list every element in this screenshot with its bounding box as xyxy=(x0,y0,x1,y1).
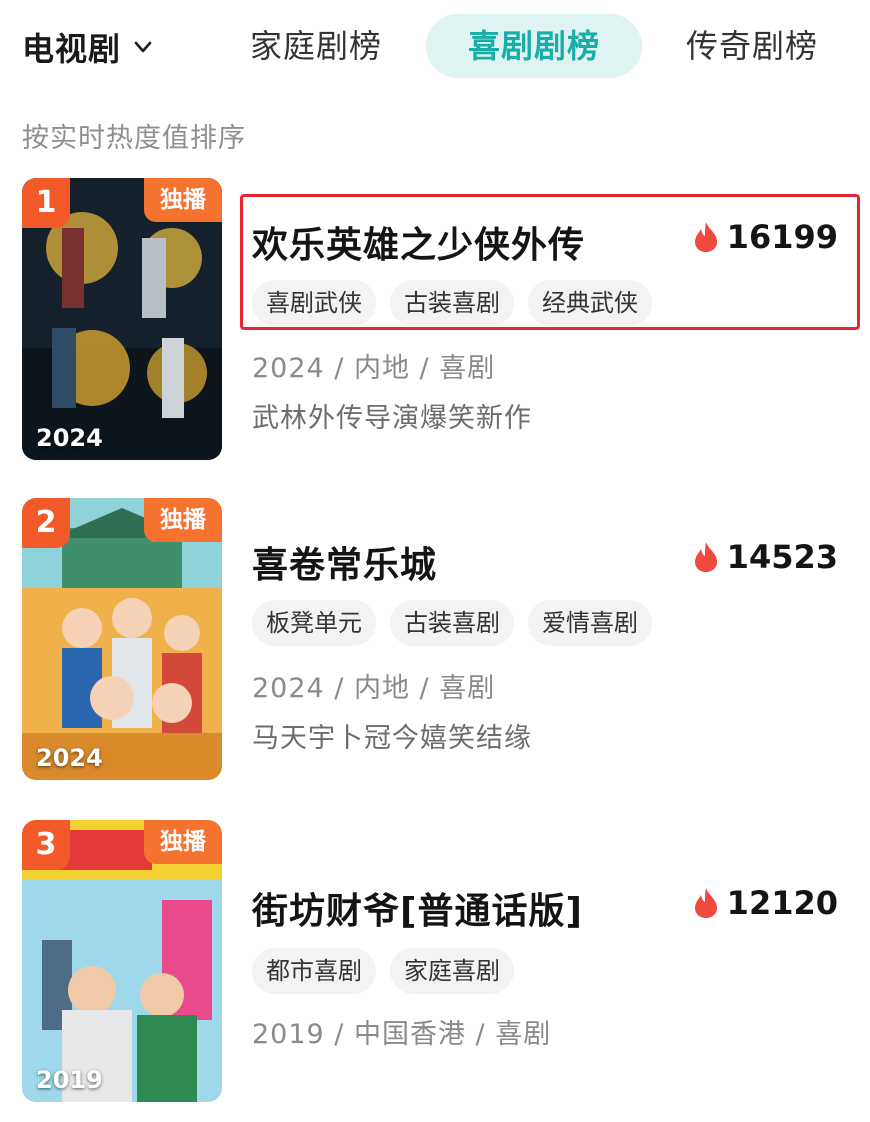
ranking-page: 电视剧 家庭剧榜 喜剧剧榜 传奇剧榜 按实时热度值排序 1 独播 2024 欢乐… xyxy=(0,0,870,1122)
list-item[interactable]: 3 独播 2019 街坊财爷[普通话版] 12120 都市喜剧 家庭喜剧 201… xyxy=(0,820,870,1102)
tag-list: 都市喜剧 家庭喜剧 xyxy=(252,948,514,994)
tab-family-drama[interactable]: 家庭剧榜 xyxy=(232,14,400,78)
rank-badge: 1 xyxy=(22,178,70,228)
heat-value: 14523 xyxy=(726,538,838,576)
heat-score: 14523 xyxy=(693,538,838,576)
tab-legend-drama[interactable]: 传奇剧榜 xyxy=(668,14,836,78)
show-title[interactable]: 喜卷常乐城 xyxy=(252,536,437,588)
heat-value: 16199 xyxy=(726,218,838,256)
tag[interactable]: 古装喜剧 xyxy=(390,280,514,326)
heat-value: 12120 xyxy=(726,884,838,922)
tab-comedy-drama[interactable]: 喜剧剧榜 xyxy=(426,14,642,78)
tag-list: 板凳单元 古装喜剧 爱情喜剧 xyxy=(252,600,652,646)
list-item[interactable]: 2 独播 2024 喜卷常乐城 14523 板凳单元 古装喜剧 爱情喜剧 202… xyxy=(0,498,870,780)
top-nav: 电视剧 家庭剧榜 喜剧剧榜 传奇剧榜 xyxy=(0,0,870,96)
poster[interactable]: 3 独播 2019 xyxy=(22,820,222,1102)
poster[interactable]: 1 独播 2024 xyxy=(22,178,222,460)
rank-badge: 2 xyxy=(22,498,70,548)
sort-hint: 按实时热度值排序 xyxy=(22,123,246,154)
show-meta: 2024 / 内地 / 喜剧 xyxy=(252,353,496,384)
tag[interactable]: 经典武侠 xyxy=(528,280,652,326)
show-meta: 2024 / 内地 / 喜剧 xyxy=(252,673,496,704)
exclusive-badge: 独播 xyxy=(144,178,222,222)
tag[interactable]: 家庭喜剧 xyxy=(390,948,514,994)
flame-icon xyxy=(694,542,717,572)
show-title[interactable]: 欢乐英雄之少侠外传 xyxy=(252,216,585,268)
tag-list: 喜剧武侠 古装喜剧 经典武侠 xyxy=(252,280,652,326)
heat-score: 16199 xyxy=(693,218,838,256)
exclusive-badge: 独播 xyxy=(144,498,222,542)
category-dropdown[interactable]: 电视剧 xyxy=(22,22,153,72)
flame-icon xyxy=(694,222,717,252)
poster-year: 2019 xyxy=(36,1066,103,1094)
show-title[interactable]: 街坊财爷[普通话版] xyxy=(252,882,583,934)
tag[interactable]: 古装喜剧 xyxy=(390,600,514,646)
poster-year: 2024 xyxy=(36,744,103,772)
tag[interactable]: 都市喜剧 xyxy=(252,948,376,994)
flame-icon xyxy=(694,888,717,918)
show-description: 武林外传导演爆笑新作 xyxy=(252,403,532,434)
show-meta: 2019 / 中国香港 / 喜剧 xyxy=(252,1019,552,1050)
list-item[interactable]: 1 独播 2024 欢乐英雄之少侠外传 16199 喜剧武侠 古装喜剧 经典武侠… xyxy=(0,178,870,460)
tag[interactable]: 爱情喜剧 xyxy=(528,600,652,646)
show-description: 马天宇卜冠今嬉笑结缘 xyxy=(252,723,532,754)
rank-badge: 3 xyxy=(22,820,70,870)
heat-score: 12120 xyxy=(693,884,838,922)
poster[interactable]: 2 独播 2024 xyxy=(22,498,222,780)
chevron-down-icon xyxy=(134,41,152,53)
tag[interactable]: 板凳单元 xyxy=(252,600,376,646)
exclusive-badge: 独播 xyxy=(144,820,222,864)
poster-year: 2024 xyxy=(36,424,103,452)
category-label: 电视剧 xyxy=(22,30,122,68)
tag[interactable]: 喜剧武侠 xyxy=(252,280,376,326)
